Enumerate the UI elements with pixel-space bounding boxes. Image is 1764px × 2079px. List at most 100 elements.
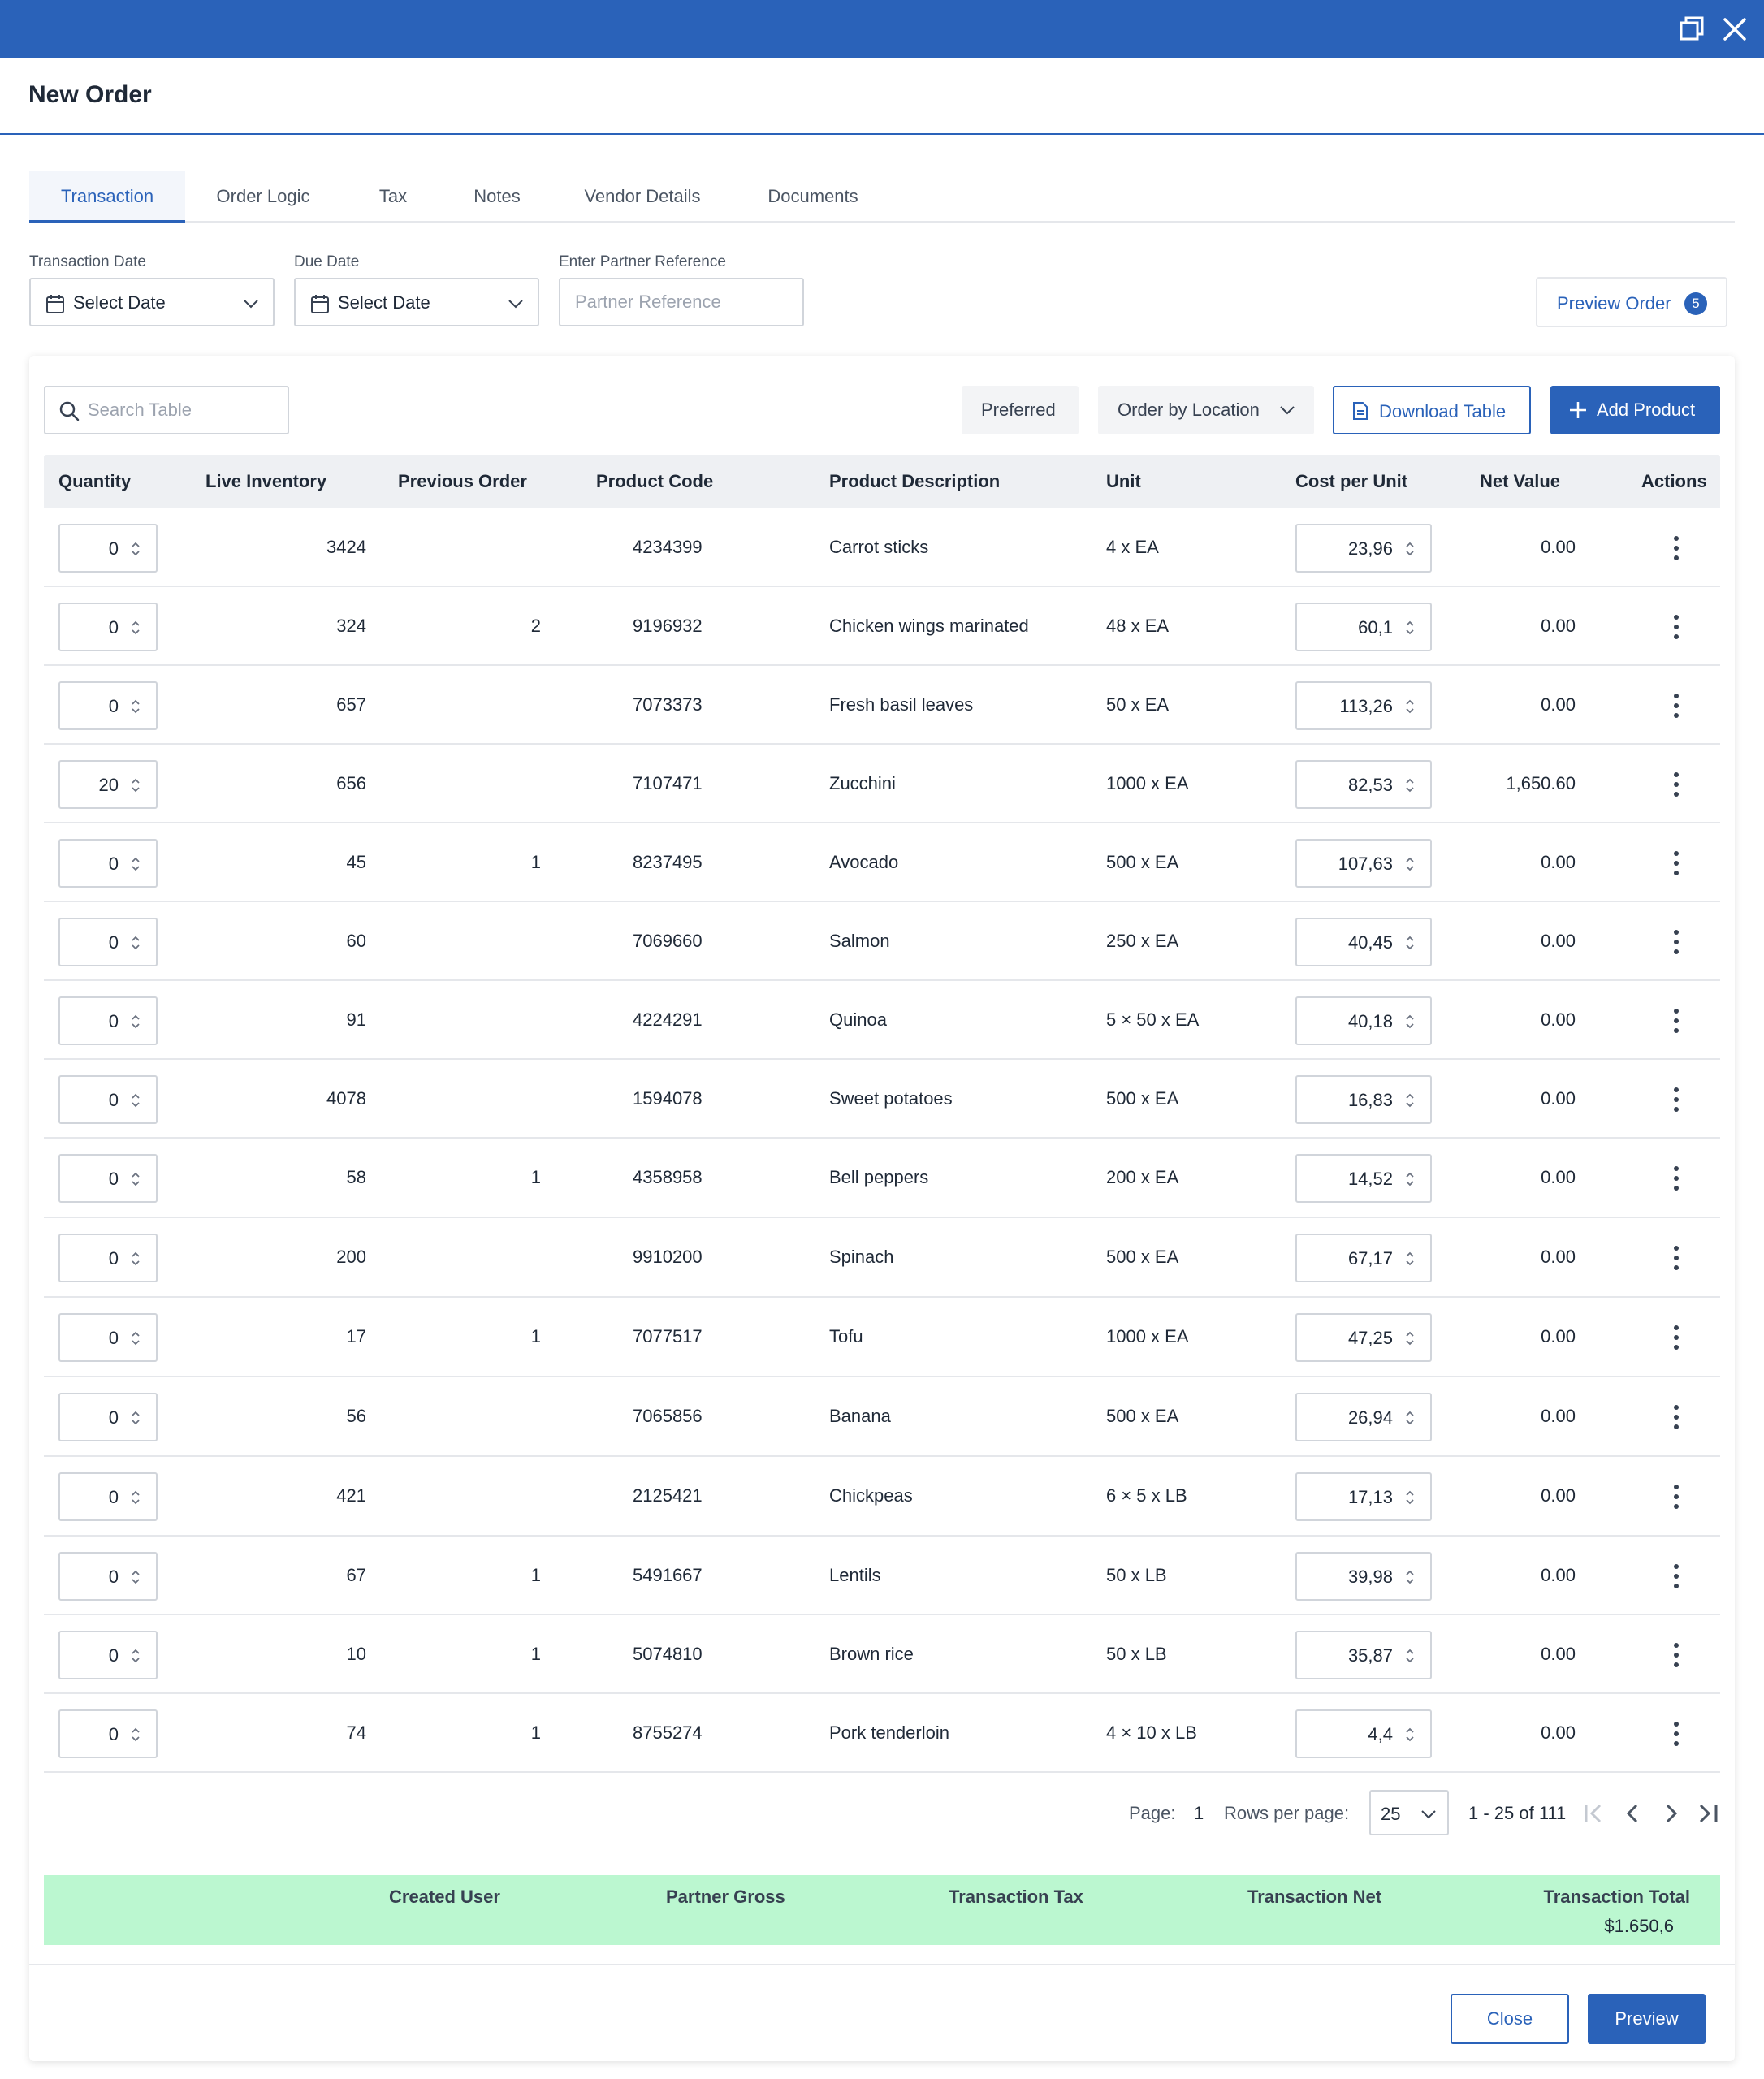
tab-transaction[interactable]: Transaction [29, 171, 185, 223]
download-table-button[interactable]: Download Table [1333, 386, 1531, 434]
spinner-icon[interactable] [130, 540, 141, 563]
spinner-icon[interactable] [130, 1726, 141, 1748]
cost-per-unit-stepper[interactable]: 40,18 [1295, 996, 1432, 1045]
cost-per-unit-stepper[interactable]: 47,25 [1295, 1313, 1432, 1362]
cost-per-unit-stepper[interactable]: 107,63 [1295, 839, 1432, 888]
more-actions-icon[interactable] [1668, 691, 1684, 720]
spinner-icon[interactable] [130, 855, 141, 878]
next-page-icon[interactable] [1658, 1801, 1683, 1826]
tab-vendor-details[interactable]: Vendor Details [549, 171, 736, 223]
spinner-icon[interactable] [130, 1489, 141, 1511]
more-actions-icon[interactable] [1668, 612, 1684, 642]
spinner-icon[interactable] [130, 1091, 141, 1114]
cost-per-unit-stepper[interactable]: 4,4 [1295, 1709, 1432, 1758]
last-page-icon[interactable] [1696, 1801, 1720, 1826]
spinner-icon[interactable] [1404, 1489, 1416, 1511]
add-product-button[interactable]: Add Product [1550, 386, 1720, 434]
spinner-icon[interactable] [130, 1568, 141, 1591]
spinner-icon[interactable] [1404, 619, 1416, 642]
tab-notes[interactable]: Notes [445, 171, 549, 223]
column-header-product-code[interactable]: Product Code [596, 471, 713, 492]
spinner-icon[interactable] [1404, 1647, 1416, 1670]
more-actions-icon[interactable] [1668, 1562, 1684, 1591]
spinner-icon[interactable] [130, 698, 141, 720]
spinner-icon[interactable] [130, 1250, 141, 1273]
spinner-icon[interactable] [130, 1013, 141, 1035]
previous-page-icon[interactable] [1621, 1801, 1645, 1826]
spinner-icon[interactable] [130, 1170, 141, 1193]
cost-per-unit-stepper[interactable]: 39,98 [1295, 1552, 1432, 1601]
more-actions-icon[interactable] [1668, 1719, 1684, 1748]
column-header-live-inventory[interactable]: Live Inventory [205, 471, 326, 492]
quantity-stepper[interactable]: 0 [58, 1154, 158, 1203]
spinner-icon[interactable] [1404, 1409, 1416, 1432]
close-icon[interactable] [1719, 13, 1751, 45]
quantity-stepper[interactable]: 0 [58, 1313, 158, 1362]
cost-per-unit-stepper[interactable]: 14,52 [1295, 1154, 1432, 1203]
spinner-icon[interactable] [1404, 934, 1416, 957]
transaction-date-picker[interactable]: Select Date [29, 278, 275, 326]
spinner-icon[interactable] [1404, 776, 1416, 799]
more-actions-icon[interactable] [1668, 1640, 1684, 1670]
more-actions-icon[interactable] [1668, 1164, 1684, 1193]
preview-order-button[interactable]: Preview Order 5 [1536, 277, 1727, 327]
quantity-stepper[interactable]: 0 [58, 1709, 158, 1758]
more-actions-icon[interactable] [1668, 770, 1684, 799]
more-actions-icon[interactable] [1668, 849, 1684, 878]
first-page-icon[interactable] [1582, 1801, 1606, 1826]
due-date-picker[interactable]: Select Date [294, 278, 539, 326]
column-header-previous-order[interactable]: Previous Order [398, 471, 527, 492]
cost-per-unit-stepper[interactable]: 67,17 [1295, 1234, 1432, 1282]
more-actions-icon[interactable] [1668, 1403, 1684, 1432]
spinner-icon[interactable] [1404, 698, 1416, 720]
partner-reference-input[interactable] [560, 279, 802, 325]
quantity-stepper[interactable]: 20 [58, 760, 158, 809]
quantity-stepper[interactable]: 0 [58, 839, 158, 888]
quantity-stepper[interactable]: 0 [58, 1393, 158, 1441]
quantity-stepper[interactable]: 0 [58, 681, 158, 730]
restore-window-icon[interactable] [1676, 13, 1709, 45]
cost-per-unit-stepper[interactable]: 23,96 [1295, 524, 1432, 573]
column-header-quantity[interactable]: Quantity [58, 471, 131, 492]
spinner-icon[interactable] [130, 619, 141, 642]
quantity-stepper[interactable]: 0 [58, 1631, 158, 1679]
more-actions-icon[interactable] [1668, 927, 1684, 957]
tab-tax[interactable]: Tax [341, 171, 445, 223]
order-by-location-dropdown[interactable]: Order by Location [1098, 386, 1314, 434]
spinner-icon[interactable] [130, 1329, 141, 1352]
cost-per-unit-stepper[interactable]: 16,83 [1295, 1075, 1432, 1124]
cost-per-unit-stepper[interactable]: 82,53 [1295, 760, 1432, 809]
cost-per-unit-stepper[interactable]: 17,13 [1295, 1472, 1432, 1521]
column-header-net-value[interactable]: Net Value [1480, 471, 1560, 492]
column-header-cost-per-unit[interactable]: Cost per Unit [1295, 471, 1407, 492]
column-header-product-description[interactable]: Product Description [829, 471, 1000, 492]
spinner-icon[interactable] [130, 776, 141, 799]
quantity-stepper[interactable]: 0 [58, 1472, 158, 1521]
more-actions-icon[interactable] [1668, 1482, 1684, 1511]
quantity-stepper[interactable]: 0 [58, 1234, 158, 1282]
more-actions-icon[interactable] [1668, 1085, 1684, 1114]
spinner-icon[interactable] [130, 1409, 141, 1432]
spinner-icon[interactable] [1404, 1726, 1416, 1748]
more-actions-icon[interactable] [1668, 1323, 1684, 1352]
spinner-icon[interactable] [1404, 1329, 1416, 1352]
quantity-stepper[interactable]: 0 [58, 603, 158, 651]
cost-per-unit-stepper[interactable]: 35,87 [1295, 1631, 1432, 1679]
more-actions-icon[interactable] [1668, 1243, 1684, 1273]
more-actions-icon[interactable] [1668, 534, 1684, 563]
rows-per-page-select[interactable]: 25 [1369, 1790, 1449, 1835]
quantity-stepper[interactable]: 0 [58, 918, 158, 966]
more-actions-icon[interactable] [1668, 1006, 1684, 1035]
column-header-unit[interactable]: Unit [1106, 471, 1141, 492]
quantity-stepper[interactable]: 0 [58, 1075, 158, 1124]
close-button[interactable]: Close [1451, 1994, 1569, 2044]
cost-per-unit-stepper[interactable]: 40,45 [1295, 918, 1432, 966]
spinner-icon[interactable] [1404, 540, 1416, 563]
cost-per-unit-stepper[interactable]: 60,1 [1295, 603, 1432, 651]
spinner-icon[interactable] [1404, 855, 1416, 878]
spinner-icon[interactable] [1404, 1091, 1416, 1114]
quantity-stepper[interactable]: 0 [58, 524, 158, 573]
spinner-icon[interactable] [130, 934, 141, 957]
spinner-icon[interactable] [1404, 1250, 1416, 1273]
tab-documents[interactable]: Documents [736, 171, 890, 223]
